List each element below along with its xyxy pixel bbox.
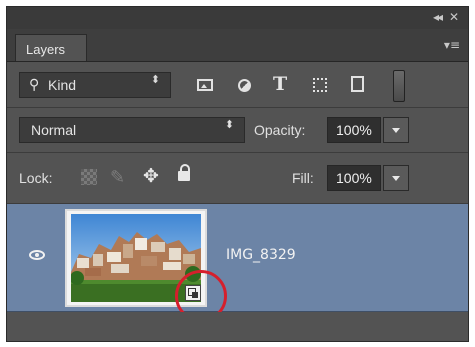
fill-dropdown-button[interactable] — [383, 165, 409, 191]
lock-transparent-pixels-icon[interactable] — [81, 169, 97, 185]
spinner-arrows-icon: ⬍ — [224, 118, 234, 131]
fill-input[interactable]: 100% — [327, 165, 381, 191]
blend-row: Normal ⬍ Opacity: 100% — [7, 108, 468, 153]
layers-empty-area[interactable] — [7, 312, 468, 341]
smart-object-filter-icon[interactable] — [351, 76, 364, 92]
collapse-panel-icon[interactable]: ◂◂ — [433, 10, 443, 24]
blend-mode-select[interactable]: Normal ⬍ — [19, 117, 245, 143]
layer-name[interactable]: IMG_8329 — [226, 247, 296, 263]
blend-mode-value: Normal — [31, 122, 77, 138]
panel-menu-icon[interactable]: ▾≡ — [444, 38, 460, 52]
panel-tab-row: Layers ▾≡ — [7, 29, 468, 62]
type-filter-icon[interactable]: T — [273, 73, 287, 95]
opacity-input[interactable]: 100% — [327, 117, 381, 143]
search-icon: ⚲ — [29, 76, 40, 92]
lock-position-icon[interactable]: ✥ — [143, 165, 159, 187]
image-filter-icon[interactable] — [197, 79, 213, 91]
lock-label: Lock: — [19, 170, 53, 186]
close-panel-icon[interactable]: ✕ — [449, 10, 459, 24]
filter-row: ⚲ Kind ⬍ T — [7, 62, 468, 108]
lock-image-pixels-icon[interactable]: ✎ — [110, 167, 125, 188]
opacity-dropdown-button[interactable] — [383, 117, 409, 143]
tab-layers[interactable]: Layers — [15, 34, 87, 61]
filter-toggle-switch[interactable] — [393, 70, 405, 102]
shape-filter-icon[interactable] — [313, 78, 327, 92]
visibility-eye-icon[interactable] — [29, 250, 45, 260]
spinner-arrows-icon: ⬍ — [150, 73, 160, 86]
panel-titlebar: ◂◂ ✕ — [7, 7, 468, 30]
filter-kind-select[interactable]: ⚲ Kind ⬍ — [19, 72, 171, 98]
filter-kind-label: Kind — [48, 77, 77, 93]
lock-row: Lock: ✎ ✥ Fill: 100% — [7, 153, 468, 204]
layers-panel: ◂◂ ✕ Layers ▾≡ ⚲ Kind ⬍ T Normal ⬍ Opaci… — [6, 6, 469, 342]
adjustment-filter-icon[interactable] — [238, 79, 251, 92]
opacity-label: Opacity: — [254, 122, 306, 138]
lock-all-icon[interactable] — [178, 164, 190, 181]
fill-label: Fill: — [292, 170, 314, 186]
layer-row[interactable]: IMG_8329 — [7, 204, 468, 322]
